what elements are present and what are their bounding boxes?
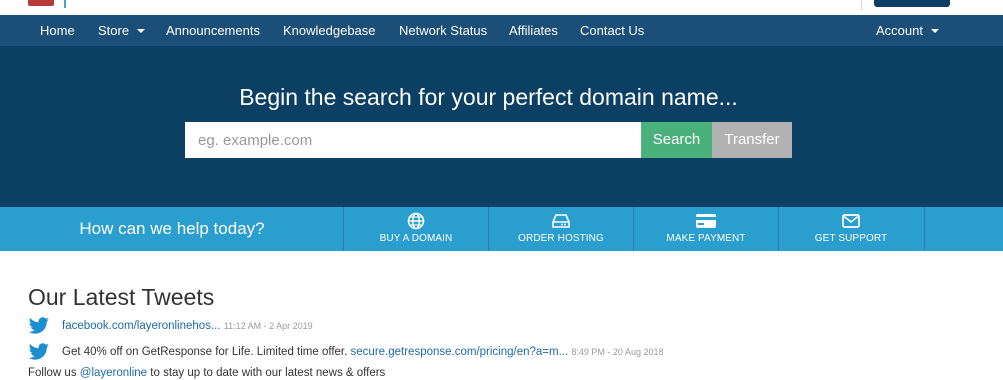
follow-handle-link[interactable]: @layeronline: [80, 367, 147, 379]
chevron-down-icon: [137, 28, 146, 33]
make-payment-label: MAKE PAYMENT: [666, 233, 746, 244]
order-hosting-label: ORDER HOSTING: [518, 233, 604, 244]
tweet-link[interactable]: facebook.com/layeronlinehos...: [62, 320, 221, 332]
hero-title: Begin the search for your perfect domain…: [239, 84, 738, 110]
tweet-text: Get 40% off on GetResponse for Life. Lim…: [62, 346, 663, 358]
divider: [924, 207, 925, 251]
tweets-title: Our Latest Tweets: [28, 284, 215, 310]
domain-search-hero: Begin the search for your perfect domain…: [0, 46, 1003, 207]
credit-card-icon: [696, 214, 716, 228]
nav-network-status[interactable]: Network Status: [399, 15, 487, 46]
follow-text: Follow us @layeronline to stay up to dat…: [28, 367, 385, 379]
header-strip: [0, 0, 1003, 15]
main-navbar: Home Store Announcements Knowledgebase N…: [0, 15, 1003, 46]
get-support-label: GET SUPPORT: [814, 233, 888, 244]
envelope-icon: [842, 214, 860, 228]
buy-domain-button[interactable]: BUY A DOMAIN: [344, 207, 488, 251]
nav-affiliates[interactable]: Affiliates: [509, 15, 558, 46]
nav-knowledgebase[interactable]: Knowledgebase: [283, 15, 376, 46]
nav-announcements[interactable]: Announcements: [166, 15, 260, 46]
search-button[interactable]: Search: [641, 122, 712, 158]
nav-contact-us[interactable]: Contact Us: [580, 15, 644, 46]
tweet-body: Get 40% off on GetResponse for Life. Lim…: [62, 346, 348, 358]
twitter-icon: [28, 317, 49, 334]
follow-suffix: to stay up to date with our latest news …: [150, 367, 386, 379]
nav-store[interactable]: Store: [98, 15, 146, 46]
get-support-button[interactable]: GET SUPPORT: [779, 207, 923, 251]
make-payment-button[interactable]: MAKE PAYMENT: [634, 207, 778, 251]
header-button[interactable]: [874, 0, 950, 7]
order-hosting-button[interactable]: ORDER HOSTING: [489, 207, 633, 251]
nav-store-label: Store: [98, 23, 130, 38]
hard-drive-icon: [552, 214, 570, 228]
help-title: How can we help today?: [79, 219, 265, 238]
twitter-icon: [28, 343, 49, 360]
tweet-date: 11:12 AM - 2 Apr 2019: [223, 321, 313, 331]
buy-domain-label: BUY A DOMAIN: [379, 233, 453, 244]
domain-search-input[interactable]: [185, 122, 641, 158]
tweet-date: 8:49 PM - 20 Aug 2018: [571, 347, 664, 357]
logo-accent: [60, 0, 66, 8]
tweet-text: facebook.com/layeronlinehos... 11:12 AM …: [62, 320, 313, 332]
help-bar: How can we help today? BUY A DOMAIN ORDE…: [0, 207, 1003, 251]
logo[interactable]: [28, 0, 54, 6]
globe-icon: [407, 212, 425, 230]
transfer-button[interactable]: Transfer: [712, 122, 792, 158]
header-divider: [861, 0, 862, 10]
follow-prefix: Follow us: [28, 367, 77, 379]
tweet-link[interactable]: secure.getresponse.com/pricing/en?a=m...: [351, 346, 569, 358]
chevron-down-icon: [930, 28, 939, 33]
nav-account[interactable]: Account: [876, 15, 939, 46]
nav-home[interactable]: Home: [40, 15, 75, 46]
nav-account-label: Account: [876, 23, 923, 38]
